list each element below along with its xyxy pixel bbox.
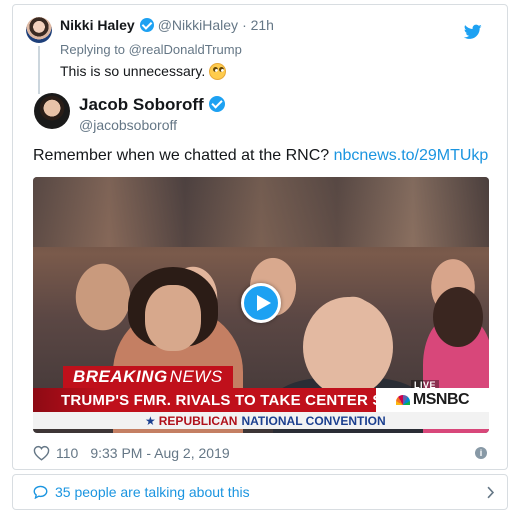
verified-icon [208,96,225,112]
speech-bubble-icon [33,485,48,499]
tweet-timestamp[interactable]: 9:33 PM - Aug 2, 2019 [90,445,229,461]
jacob-soboroff-avatar[interactable] [34,93,70,129]
video-crowd-background [33,177,489,247]
conversation-link[interactable]: 35 people are talking about this [33,484,486,500]
msnbc-logo: MSNBC [376,388,489,412]
video-figure [303,297,393,397]
network-name: MSNBC [412,391,470,408]
tweet-text-content: Remember when we chatted at the RNC? [33,147,330,164]
breaking-news-banner: BREAKING NEWS [63,366,233,388]
nikki-haley-avatar[interactable] [26,17,52,43]
reply-author-line: Nikki Haley @NikkiHaley · 21h [60,17,274,33]
like-count[interactable]: 110 [56,445,78,461]
chevron-right-icon[interactable] [486,486,495,499]
twitter-bird-icon[interactable] [464,24,482,40]
breaking-label: BREAKING [73,367,168,386]
video-headline: TRUMP'S FMR. RIVALS TO TAKE CENTER STAGE… [33,388,376,412]
subtitle-convention: NATIONAL CONVENTION [241,413,386,428]
conversation-card[interactable]: 35 people are talking about this [12,474,508,510]
reply-author-handle[interactable]: @NikkiHaley [158,17,238,33]
video-figure [145,285,201,351]
star-icon: ★ [145,413,156,428]
reply-author-name[interactable]: Nikki Haley [60,17,135,33]
main-author-line: Jacob Soboroff [79,95,225,115]
verified-icon [139,18,154,32]
video-player[interactable]: BREAKING NEWS LIVE TRUMP'S FMR. RIVALS TO… [33,177,489,433]
reply-text-content: This is so unnecessary. [60,63,206,79]
tweet-link[interactable]: nbcnews.to/29MTUkp [334,147,489,164]
news-label: NEWS [169,367,223,386]
replying-to-label[interactable]: Replying to @realDonaldTrump [60,42,242,57]
tweet-meta-row: 110 9:33 PM - Aug 2, 2019 [33,445,230,461]
main-author-name[interactable]: Jacob Soboroff [79,95,204,114]
rolling-eyes-emoji-icon [209,63,227,80]
subtitle-republican: REPUBLICAN [158,413,238,428]
convention-subtitle: ★ REPUBLICAN NATIONAL CONVENTION [33,412,489,429]
thread-connector [38,46,40,94]
main-author-handle[interactable]: @jacobsoboroff [79,117,177,133]
conversation-label: 35 people are talking about this [55,484,250,500]
info-icon[interactable]: i [475,447,487,459]
video-figure [433,287,483,347]
play-icon[interactable] [241,283,281,323]
reply-timestamp[interactable]: · 21h [242,17,274,33]
reply-tweet-text: This is so unnecessary. [60,63,227,80]
peacock-icon [395,395,410,405]
main-tweet-text: Remember when we chatted at the RNC? nbc… [33,147,488,165]
heart-icon[interactable] [33,445,50,461]
